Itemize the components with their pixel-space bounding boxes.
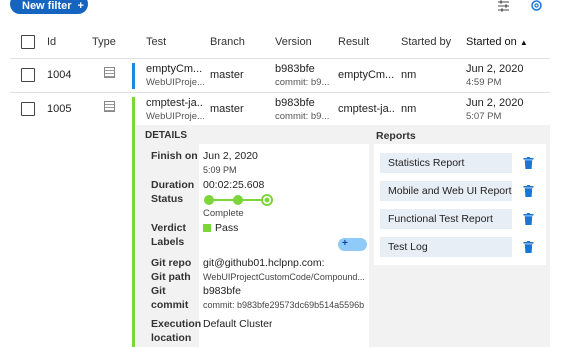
finish-on-label: Finish on bbox=[151, 150, 198, 162]
row-status-marker bbox=[132, 97, 135, 347]
verdict-label: Verdict bbox=[151, 222, 187, 234]
finish-on-date: Jun 2, 2020 bbox=[203, 150, 258, 162]
report-test-log[interactable]: Test Log bbox=[380, 237, 512, 257]
select-all-checkbox[interactable] bbox=[21, 35, 35, 49]
column-settings-icon[interactable] bbox=[497, 0, 510, 15]
row-checkbox[interactable] bbox=[21, 102, 35, 116]
test-type-icon bbox=[104, 67, 115, 78]
add-label-button[interactable]: + bbox=[338, 238, 367, 251]
trash-icon[interactable] bbox=[523, 185, 534, 200]
row-branch: master bbox=[210, 103, 244, 115]
execution-location-label-line1: Execution bbox=[151, 318, 202, 330]
header-result[interactable]: Result bbox=[338, 36, 369, 48]
git-path-label: Git path bbox=[151, 271, 191, 283]
plus-icon: + bbox=[77, 0, 84, 12]
gear-icon[interactable] bbox=[530, 0, 543, 15]
row-id: 1005 bbox=[47, 103, 72, 115]
row-test[interactable]: cmptest-ja... bbox=[146, 97, 204, 109]
git-repo-value: git@github01.hclpnp.com: bbox=[203, 257, 325, 269]
duration-value: 00:02:25.608 bbox=[203, 179, 265, 191]
row-started-on-time: 5:07 PM bbox=[466, 111, 502, 122]
row-started-on-time: 4:59 PM bbox=[466, 77, 502, 88]
reports-title: Reports bbox=[376, 130, 416, 142]
row-checkbox[interactable] bbox=[21, 68, 35, 82]
row-started-on: Jun 2, 2020 bbox=[466, 63, 524, 75]
report-mobile-web-ui[interactable]: Mobile and Web UI Report bbox=[380, 181, 512, 201]
row-id: 1004 bbox=[47, 69, 72, 81]
row-version-commit: commit: b9... bbox=[275, 77, 330, 88]
row-status-marker bbox=[132, 63, 135, 89]
row-version: b983bfe bbox=[275, 97, 315, 109]
row-started-by: nm bbox=[401, 69, 417, 81]
header-started-on[interactable]: Started on ▲ bbox=[466, 36, 528, 48]
test-type-icon bbox=[104, 101, 115, 112]
git-commit-label-line2: commit bbox=[151, 299, 189, 311]
execution-location-value: Default Cluster bbox=[203, 318, 273, 330]
report-statistics[interactable]: Statistics Report bbox=[380, 153, 512, 173]
header-branch[interactable]: Branch bbox=[210, 36, 245, 48]
status-value: Complete bbox=[203, 208, 244, 219]
git-repo-label: Git repo bbox=[151, 257, 192, 269]
execution-location-label-line2: location bbox=[151, 332, 192, 344]
report-functional-test[interactable]: Functional Test Report bbox=[380, 209, 512, 229]
header-test[interactable]: Test bbox=[146, 36, 166, 48]
verdict-pass-icon bbox=[203, 224, 211, 232]
report-label: Test Log bbox=[388, 241, 428, 253]
report-label: Functional Test Report bbox=[388, 213, 493, 225]
row-version: b983bfe bbox=[275, 63, 315, 75]
row-result: emptyCm... bbox=[338, 69, 394, 81]
report-label: Mobile and Web UI Report bbox=[388, 185, 512, 197]
report-label: Statistics Report bbox=[388, 157, 465, 169]
git-commit-value: b983bfe bbox=[203, 285, 241, 297]
sort-ascending-icon: ▲ bbox=[519, 38, 528, 47]
labels-label: Labels bbox=[151, 236, 185, 248]
details-title: DETAILS bbox=[145, 130, 188, 141]
row-test[interactable]: emptyCm... bbox=[146, 63, 204, 75]
trash-icon[interactable] bbox=[523, 157, 534, 172]
row-branch: master bbox=[210, 69, 244, 81]
git-commit-label-line1: Git bbox=[151, 285, 166, 297]
header-id[interactable]: Id bbox=[47, 36, 56, 48]
header-version[interactable]: Version bbox=[275, 36, 312, 48]
trash-icon[interactable] bbox=[523, 213, 534, 228]
row-test-project: WebUIProje... bbox=[146, 77, 204, 88]
row-started-on: Jun 2, 2020 bbox=[466, 97, 524, 109]
git-commit-full: commit: b983bfe29573dc69b514a5596b bbox=[203, 300, 365, 310]
header-started-on-label: Started on bbox=[466, 36, 517, 48]
status-label: Status bbox=[151, 193, 184, 205]
finish-on-time: 5:09 PM bbox=[203, 165, 237, 175]
verdict-value: Pass bbox=[215, 222, 239, 234]
row-result: cmptest-ja... bbox=[338, 103, 394, 115]
new-filter-label: New filter bbox=[22, 0, 72, 12]
header-started-by[interactable]: Started by bbox=[401, 36, 451, 48]
row-version-commit: commit: b9... bbox=[275, 111, 330, 122]
new-filter-button[interactable]: New filter + bbox=[10, 0, 88, 14]
row-started-by: nm bbox=[401, 103, 417, 115]
duration-label: Duration bbox=[151, 179, 195, 191]
add-icon: + bbox=[342, 238, 348, 249]
header-type[interactable]: Type bbox=[92, 36, 116, 48]
row-test-project: WebUIProje... bbox=[146, 111, 204, 122]
trash-icon[interactable] bbox=[523, 241, 534, 256]
git-path-value: WebUIProjectCustomCode/Compound... bbox=[203, 272, 365, 282]
